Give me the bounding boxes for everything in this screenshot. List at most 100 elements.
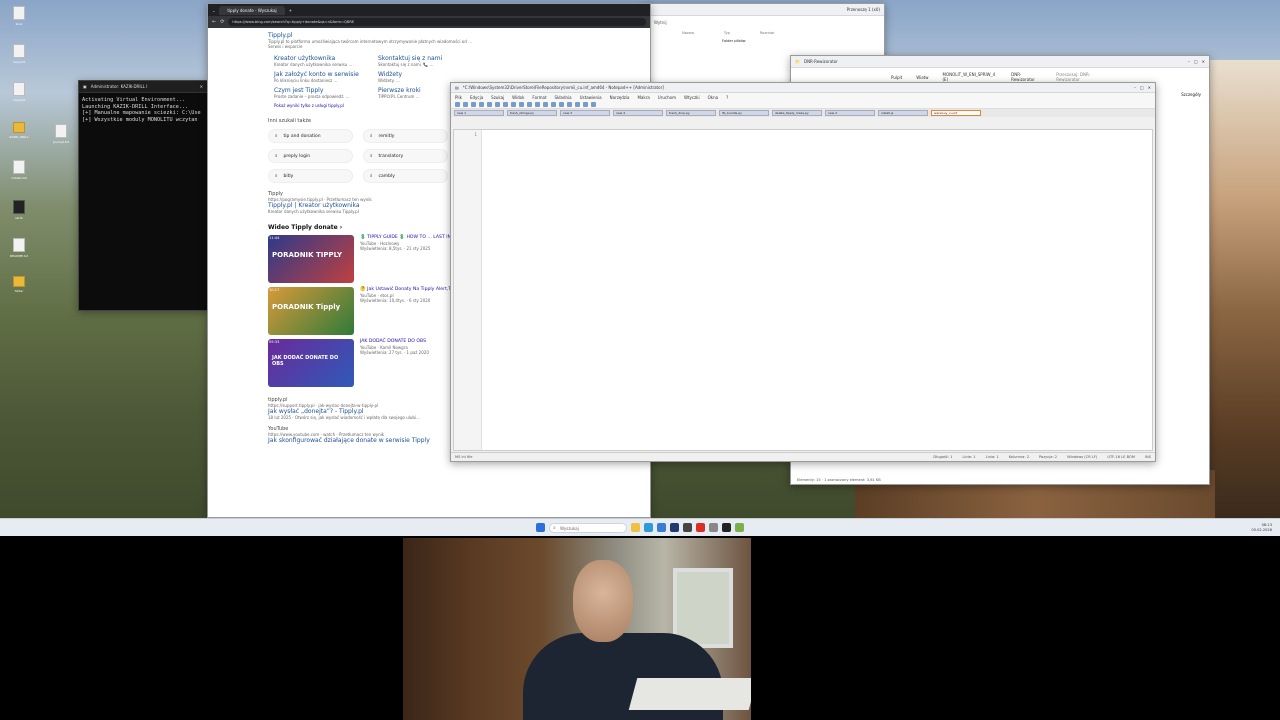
- zoom-out-icon[interactable]: [567, 102, 572, 107]
- col-size[interactable]: Rozmiar: [760, 31, 775, 35]
- menu-file[interactable]: Plik: [455, 95, 462, 100]
- app-icon[interactable]: [709, 523, 718, 532]
- chevron-down-icon[interactable]: ⌄: [212, 8, 215, 13]
- menu-language[interactable]: Składnia: [555, 95, 572, 100]
- cut-icon[interactable]: [503, 102, 508, 107]
- find-icon[interactable]: [543, 102, 548, 107]
- result-title[interactable]: Tipply.pl: [268, 32, 590, 39]
- play-macro-icon[interactable]: [591, 102, 596, 107]
- save-all-icon[interactable]: [479, 102, 484, 107]
- zoom-in-icon[interactable]: [559, 102, 564, 107]
- menu-search[interactable]: Szukaj: [491, 95, 504, 100]
- search-box[interactable]: Przenoszę 1 (x0): [847, 7, 880, 12]
- menu-run[interactable]: Uruchom: [658, 95, 676, 100]
- menu-tools[interactable]: Narzędzia: [610, 95, 630, 100]
- crumb[interactable]: MONOLIT_W_ENI_SPRIW_4 (E): [943, 72, 998, 82]
- menu-window[interactable]: Okna: [708, 95, 718, 100]
- system-clock[interactable]: 08:13 05.02.2026: [1251, 523, 1272, 532]
- menu-help[interactable]: ?: [726, 95, 728, 100]
- video-thumbnail[interactable]: 09:33 JAK DODAĆ DONATE DO OBS: [268, 339, 354, 387]
- menu-plugins[interactable]: Wtyczki: [684, 95, 700, 100]
- related-chip[interactable]: ⌕ remitly: [363, 129, 448, 143]
- video-thumbnail[interactable]: 10:17 PORADNIK Tipply: [268, 287, 354, 335]
- related-chip[interactable]: ⌕ preply login: [268, 149, 353, 163]
- desktop-icon[interactable]: notatki.txt: [8, 160, 30, 180]
- close-icon[interactable]: ✕: [200, 84, 203, 89]
- chrome-icon[interactable]: [696, 523, 705, 532]
- sitelink[interactable]: Skontaktuj się z nami Skontaktuj się z na…: [378, 55, 474, 67]
- close-file-icon[interactable]: [487, 102, 492, 107]
- related-chip[interactable]: ⌕ bitly: [268, 169, 353, 183]
- col-name[interactable]: Nazwa: [682, 31, 694, 35]
- file-explorer-icon[interactable]: [631, 523, 640, 532]
- editor-area[interactable]: 1: [453, 129, 1153, 451]
- crumb[interactable]: DNR-Rewizorator: [1011, 72, 1042, 82]
- notepadpp-icon[interactable]: [735, 523, 744, 532]
- tab-active[interactable]: tipply donate - Wyszukaj: [219, 5, 285, 15]
- taskbar-search[interactable]: Wyszukaj: [549, 522, 627, 533]
- related-chip[interactable]: ⌕ translatory: [363, 149, 448, 163]
- desktop-icon[interactable]: folder: [8, 276, 30, 293]
- new-file-icon[interactable]: [455, 102, 460, 107]
- maximize-icon[interactable]: □: [1140, 85, 1144, 90]
- copy-icon[interactable]: [511, 102, 516, 107]
- desktop-icon[interactable]: Kosz: [8, 6, 30, 26]
- desktop-icon[interactable]: skrót: [8, 200, 30, 220]
- app-icon[interactable]: [670, 523, 679, 532]
- url-input[interactable]: https://www.bing.com/search?q=tipply+don…: [228, 18, 646, 26]
- sitelink[interactable]: Jak założyć konto w serwisie Po kliknięci…: [274, 71, 370, 83]
- desktop-icon[interactable]: KAZIK_DRILL: [8, 122, 30, 139]
- undo-icon[interactable]: [527, 102, 532, 107]
- cut-button[interactable]: Wytnij: [654, 20, 667, 25]
- menu-settings[interactable]: Ustawienia: [580, 95, 602, 100]
- file-tab[interactable]: trash_drop.py: [666, 110, 716, 116]
- details-button[interactable]: Szczegóły: [1181, 92, 1201, 97]
- desktop-icon[interactable]: README.txt: [8, 238, 30, 258]
- file-tab[interactable]: install.js: [878, 110, 928, 116]
- close-icon[interactable]: ✕: [1148, 85, 1151, 90]
- paste-icon[interactable]: [519, 102, 524, 107]
- menu-view[interactable]: Widok: [512, 95, 524, 100]
- edge-icon[interactable]: [644, 523, 653, 532]
- open-icon[interactable]: [463, 102, 468, 107]
- start-icon[interactable]: [536, 523, 545, 532]
- terminal-output[interactable]: Activating Virtual Environment... Launchi…: [79, 93, 207, 127]
- menu-edit[interactable]: Edycja: [470, 95, 483, 100]
- file-tab[interactable]: new 3: [560, 110, 610, 116]
- file-tab[interactable]: new 4: [613, 110, 663, 116]
- related-chip[interactable]: ⌕ cambly: [363, 169, 448, 183]
- replace-icon[interactable]: [551, 102, 556, 107]
- reload-icon[interactable]: ⟳: [220, 19, 224, 25]
- store-icon[interactable]: [657, 523, 666, 532]
- related-chip[interactable]: ⌕ tip and donation: [268, 129, 353, 143]
- crumb[interactable]: Wiatw: [916, 75, 928, 80]
- close-icon[interactable]: ✕: [1202, 59, 1205, 64]
- file-tab[interactable]: new 1: [454, 110, 504, 116]
- menu-format[interactable]: Format: [532, 95, 546, 100]
- minimize-icon[interactable]: –: [1188, 59, 1190, 64]
- record-macro-icon[interactable]: [583, 102, 588, 107]
- wrap-icon[interactable]: [575, 102, 580, 107]
- notepad-window[interactable]: ▤ *C:\Windows\System32\DriverStore\FileR…: [450, 82, 1156, 462]
- file-tab[interactable]: lfs_bundle.py: [719, 110, 769, 116]
- search-input[interactable]: Przeszukaj: DNR-Rewizorator: [1056, 72, 1109, 82]
- back-icon[interactable]: ←: [212, 19, 216, 25]
- save-icon[interactable]: [471, 102, 476, 107]
- sitelink[interactable]: Czym jest Tipply Proste zadanie – prosta …: [274, 87, 370, 99]
- terminal-icon[interactable]: [683, 523, 692, 532]
- redo-icon[interactable]: [535, 102, 540, 107]
- terminal-window[interactable]: ▣ Administrator: KAZIK-DRILL I ✕ Activat…: [78, 80, 208, 311]
- video-thumbnail[interactable]: 11:44 PORADNIK TIPPLY: [268, 235, 354, 283]
- menu-macro[interactable]: Makra: [637, 95, 649, 100]
- crumb[interactable]: Pulpit: [891, 75, 902, 80]
- new-tab-icon[interactable]: +: [289, 8, 292, 13]
- file-tab-active[interactable]: wersiouy_cu.inf: [931, 110, 981, 116]
- file-tab[interactable]: new 2: [825, 110, 875, 116]
- file-tab[interactable]: delete_tipply_maze.py: [772, 110, 822, 116]
- sitelink[interactable]: Kreator użytkownika Kreator danych użytko…: [274, 55, 370, 67]
- desktop-icon[interactable]: nowy.txt: [8, 44, 30, 64]
- file-tab[interactable]: trash_strings.py: [507, 110, 557, 116]
- desktop-icon[interactable]: nowy.txt: [8, 82, 30, 102]
- print-icon[interactable]: [495, 102, 500, 107]
- cmd-icon[interactable]: [722, 523, 731, 532]
